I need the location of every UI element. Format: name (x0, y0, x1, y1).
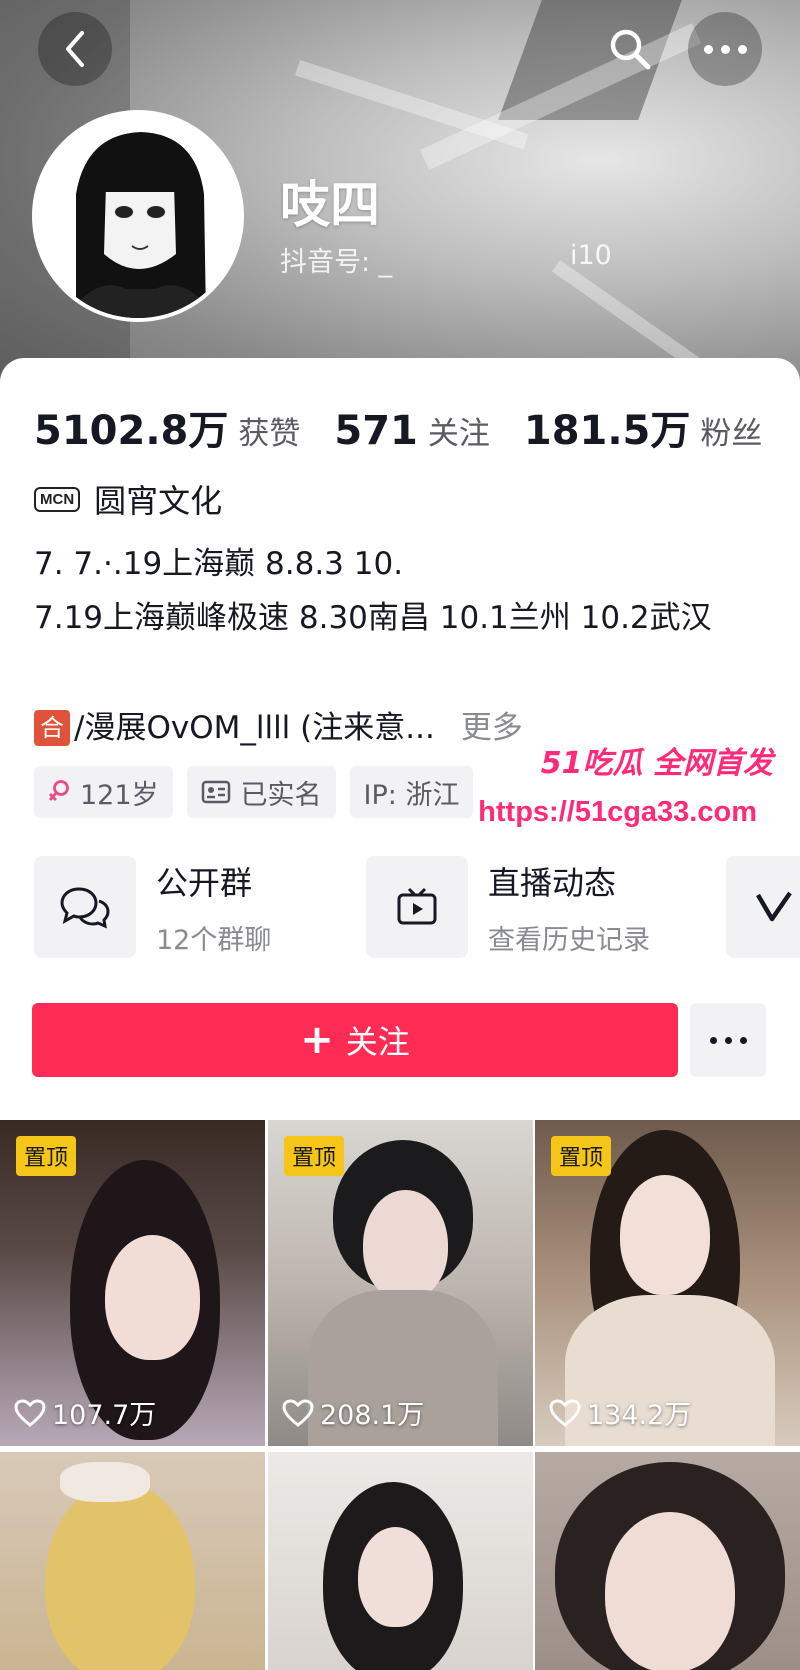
video-thumb[interactable]: 置顶 107.7万 (0, 1120, 265, 1446)
pinned-badge: 置顶 (16, 1136, 77, 1176)
id-card-icon (201, 780, 231, 804)
chevron-left-icon (66, 31, 84, 67)
following-count[interactable]: 571 (334, 408, 418, 454)
verified-tag: 已实名 (186, 766, 336, 818)
followers-count[interactable]: 181.5万 (524, 398, 691, 456)
likes-count-text: 208.1万 (320, 1400, 425, 1431)
public-group-title: 公开群 (156, 863, 253, 902)
live-history-title: 直播动态 (488, 863, 617, 902)
profile-nickname: 吱四 (280, 176, 380, 234)
search-icon (610, 29, 651, 70)
profile-cover: 吱四 抖音号: _ i10 (0, 0, 800, 400)
search-button[interactable] (593, 12, 667, 86)
bio-line-2: 7.19上海巅峰极速 8.30南昌 10.1兰州 10.2武汉 (34, 600, 712, 636)
chat-bubbles-icon (34, 856, 136, 958)
age-tag-text: 121岁 (80, 779, 159, 811)
douyin-id[interactable]: 抖音号: _ (280, 240, 392, 279)
video-thumb[interactable] (0, 1452, 265, 1670)
mcn-name: 圆宵文化 (94, 482, 223, 520)
ip-tag-text: IP: 浙江 (363, 779, 460, 811)
likes-count-text: 107.7万 (52, 1400, 157, 1431)
likes-label: 获赞 (238, 416, 301, 452)
watermark-url: https://51cga33.com (478, 796, 757, 828)
video-thumb[interactable] (268, 1452, 533, 1670)
heart-icon (14, 1398, 46, 1427)
back-button[interactable] (38, 12, 112, 86)
heart-icon (282, 1398, 314, 1427)
watermark-title: 51吃瓜 全网首发 (540, 746, 773, 781)
likes-overlay: 134.2万 (549, 1393, 691, 1432)
mcn-badge: MCN (34, 486, 81, 512)
likes-count-text: 134.2万 (587, 1400, 692, 1431)
likes-count[interactable]: 5102.8万 (34, 398, 228, 456)
thumb-face (605, 1512, 735, 1670)
more-options-button[interactable] (688, 12, 762, 86)
verified-tag-text: 已实名 (240, 779, 322, 811)
more-actions-button[interactable] (690, 1003, 766, 1077)
watermark: 51吃瓜 全网首发 https://51cga33.com (455, 738, 785, 838)
v-icon (756, 891, 792, 922)
profile-stats: 5102.8万 获赞 571 关注 181.5万 粉丝 (34, 398, 762, 456)
public-group-entry[interactable]: 公开群 12个群聊 (34, 856, 346, 958)
likes-overlay: 208.1万 (282, 1393, 424, 1432)
public-group-sub: 12个群聊 (156, 924, 272, 956)
profile-tags: 121岁 已实名 IP: 浙江 (34, 766, 474, 818)
bio-line-1: 7. 7.·.19上海巅 8.8.3 10. (34, 546, 404, 582)
age-tag: 121岁 (34, 766, 173, 818)
female-icon (48, 779, 70, 805)
plus-icon: + (300, 1017, 334, 1063)
ellipsis-icon (703, 44, 747, 54)
pinned-badge: 置顶 (551, 1136, 612, 1176)
likes-overlay: 107.7万 (14, 1393, 156, 1432)
mcn-row[interactable]: MCN 圆宵文化 (34, 476, 222, 522)
live-history-entry[interactable]: 直播动态 查看历史记录 (366, 856, 678, 958)
pinned-badge: 置顶 (284, 1136, 345, 1176)
follow-button[interactable]: + 关注 (32, 1003, 678, 1077)
thumb-bow (60, 1462, 150, 1502)
thumb-face (105, 1235, 200, 1360)
he-icon: 合 (34, 710, 70, 746)
bio-line-3-text: /漫展OvOM_llll (注来意... (74, 710, 435, 746)
video-thumb[interactable] (535, 1452, 800, 1670)
heart-icon (549, 1398, 581, 1427)
tv-icon (366, 856, 468, 958)
following-label: 关注 (427, 416, 490, 452)
video-thumb[interactable]: 置顶 134.2万 (535, 1120, 800, 1446)
live-history-sub: 查看历史记录 (488, 924, 650, 956)
thumb-face (620, 1175, 710, 1295)
thumb-face (363, 1190, 448, 1300)
feature-entries: 公开群 12个群聊 直播动态 查看历史记录 (34, 856, 678, 958)
partial-feature-entry[interactable] (726, 856, 800, 958)
thumb-hair (45, 1482, 195, 1670)
douyin-id-suffix: i10 (570, 240, 612, 271)
avatar-illustration (36, 114, 240, 318)
follow-button-label: 关注 (345, 1023, 410, 1061)
thumb-face (358, 1527, 433, 1627)
avatar[interactable] (32, 110, 244, 322)
followers-label: 粉丝 (700, 416, 763, 452)
ellipsis-icon (709, 1036, 747, 1044)
video-thumb[interactable]: 置顶 208.1万 (268, 1120, 533, 1446)
